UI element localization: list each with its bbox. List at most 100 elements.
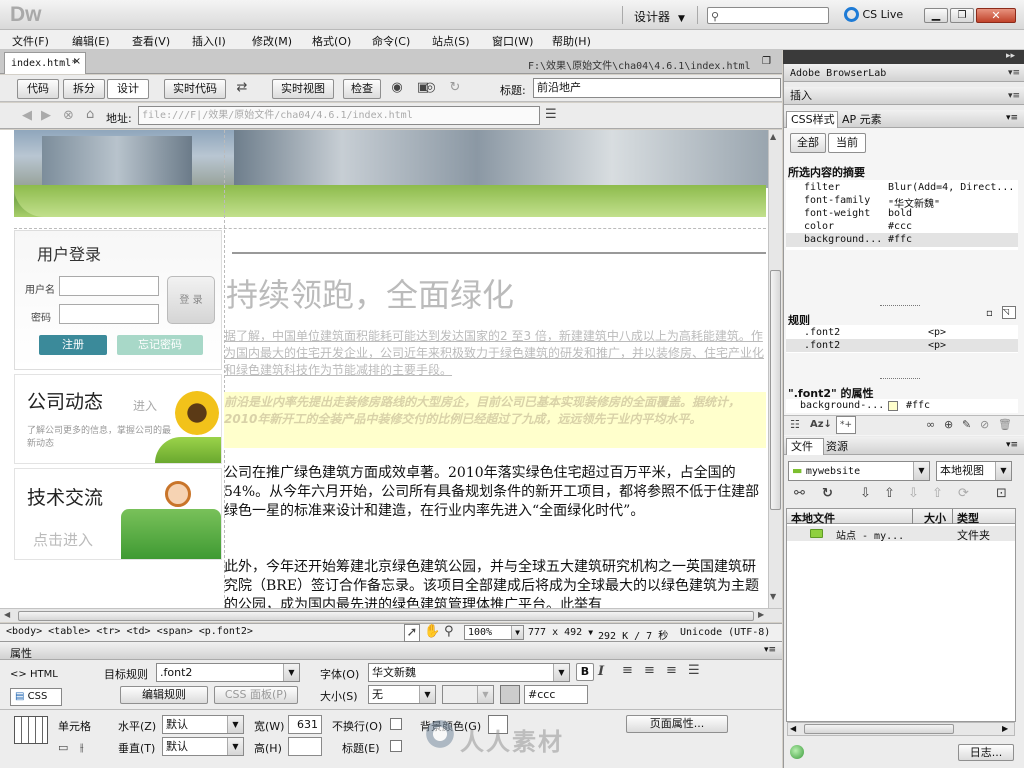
scroll-thumb[interactable] [770,270,781,510]
cslive-button[interactable]: CS Live [844,7,903,22]
scroll-right-icon[interactable]: ▶ [758,610,764,619]
split-cells-icon[interactable]: ⫲ [80,740,84,756]
merge-cells-icon[interactable]: ▭ [58,740,68,756]
inspect-button[interactable]: 检查 [343,79,381,99]
vert-select[interactable]: 默认 ▼ [162,737,244,756]
align-right-icon[interactable]: ≡ [666,663,677,679]
close-icon[interactable]: × [73,56,81,67]
menu-file[interactable]: 文件(F) [12,33,49,49]
checkout-icon[interactable]: ⇩ [908,486,919,502]
align-left-icon[interactable]: ≡ [622,663,633,679]
tag-body[interactable]: <body> [6,626,42,637]
dock-collapse-icon[interactable]: ▸▸ [1006,51,1015,61]
category-view-icon[interactable]: ☷ [790,417,800,433]
scroll-right-icon[interactable]: ▶ [1002,724,1008,733]
list-icon[interactable]: ☰ [545,107,557,123]
col-type[interactable]: 类型 [957,510,979,526]
forgot-password-button[interactable]: 忘记密码 [117,335,203,355]
maximize-button[interactable]: ❐ [950,8,974,23]
zoom-select[interactable]: 100% ▼ [464,625,524,640]
home-icon[interactable]: ⌂ [86,107,94,123]
site-select[interactable]: ▬ mywebsite ▼ [788,461,930,481]
menu-modify[interactable]: 修改(M) [252,33,292,49]
document-tab[interactable]: index.html* × [4,52,86,74]
scroll-left-icon[interactable]: ◀ [790,724,796,733]
live-code-button[interactable]: 实时代码 [164,79,226,99]
title-input[interactable]: 前沿地产 [533,78,781,98]
alpha-sort-icon[interactable]: Az↓ [810,417,832,433]
close-button[interactable]: ✕ [976,8,1016,23]
browserlab-panel-header[interactable]: Adobe BrowserLab ▾≡ [784,64,1024,82]
disable-icon[interactable]: ⊘ [980,417,989,433]
color-input[interactable]: #ccc [524,685,588,704]
login-button[interactable]: 登 录 [167,276,215,324]
summary-prop-value[interactable]: bold [888,208,912,219]
size-unit-select[interactable]: ▼ [442,685,494,704]
files-hscrollbar[interactable]: ◀ ▶ [787,722,1015,736]
col-local-files[interactable]: 本地文件 [791,510,835,526]
pointer-tool-icon[interactable]: ➚ [404,624,420,642]
tab-css-styles[interactable]: CSS样式 [786,111,838,128]
width-input[interactable]: 631 [288,715,322,734]
html-mode-button[interactable]: <> HTML [10,666,64,684]
split-view-button[interactable]: 拆分 [63,79,105,99]
scroll-up-icon[interactable]: ▲ [770,132,776,141]
horz-select[interactable]: 默认 ▼ [162,715,244,734]
search-input[interactable]: ⚲ [707,7,829,24]
restore-doc-icon[interactable]: ❐ [762,56,771,67]
summary-prop-name[interactable]: color [804,221,834,232]
stop-icon[interactable]: ⊗ [63,108,74,124]
company-news-enter[interactable]: 进入 [133,397,157,414]
view-select[interactable]: 本地视图 ▼ [936,461,1012,481]
col-size[interactable]: 大小 [924,510,946,526]
splitter[interactable] [880,378,920,380]
password-field[interactable] [59,304,159,324]
scroll-left-icon[interactable]: ◀ [4,610,10,619]
summary-prop-value[interactable]: Blur(Add=4, Direct... [888,182,1014,193]
summary-prop-name[interactable]: background... [804,234,882,245]
delete-icon[interactable]: 🗑 [998,417,1012,433]
summary-prop-name[interactable]: font-family [804,195,870,206]
tag-span[interactable]: <span> [157,626,193,637]
rule-tag[interactable]: <p> [928,340,946,351]
design-view-button[interactable]: 设计 [107,79,149,99]
font2-prop-name[interactable]: background-... [800,400,884,411]
globe-icon[interactable]: ◉ [387,80,407,96]
color-swatch[interactable] [888,401,898,411]
hand-tool-icon[interactable]: ✋ [424,624,440,640]
tech-exchange-enter[interactable]: 点击进入 [33,529,93,550]
menu-help[interactable]: 帮助(H) [552,33,591,49]
tag-td[interactable]: <td> [126,626,150,637]
hscroll-thumb[interactable] [804,724,954,734]
live-view-button[interactable]: 实时视图 [272,79,334,99]
get-files-icon[interactable]: ⇩ [860,486,871,502]
insert-panel-header[interactable]: 插入 ▾≡ [784,87,1024,105]
header-checkbox[interactable] [390,740,402,752]
menu-commands[interactable]: 命令(C) [372,33,410,49]
canvas-vscrollbar[interactable]: ▲ ▼ [768,130,782,608]
window-size[interactable]: 777 x 492 ▼ [528,627,593,638]
set-properties-icon[interactable]: *+ [836,416,856,434]
summary-prop-name[interactable]: filter [804,182,840,193]
eye-icon[interactable]: ◎ [420,80,440,96]
size-select[interactable]: 无 ▼ [368,685,436,704]
height-input[interactable] [288,737,322,756]
put-files-icon[interactable]: ⇧ [884,486,895,502]
forward-icon[interactable]: ▶ [41,108,51,124]
splitter[interactable] [880,305,920,307]
tab-assets[interactable]: 资源 [826,439,848,455]
page-properties-button[interactable]: 页面属性... [626,715,728,733]
tab-ap-elements[interactable]: AP 元素 [842,112,882,128]
font2-prop-value[interactable]: #ffc [906,400,930,411]
canvas-hscrollbar[interactable]: ◀ ▶ [0,608,782,622]
panel-menu-icon[interactable]: ▾≡ [1008,87,1020,105]
zoom-tool-icon[interactable]: ⚲ [444,624,454,640]
menu-format[interactable]: 格式(O) [312,33,351,49]
font-select[interactable]: 华文新魏 ▼ [368,663,570,682]
checkin-icon[interactable]: ⇧ [932,486,943,502]
align-center-icon[interactable]: ≡ [644,663,655,679]
edit-rule-button[interactable]: 编辑规则 [120,686,208,704]
expand-icon[interactable]: ⊡ [996,486,1007,502]
address-input[interactable]: file:///F|/效果/原始文件/cha04/4.6.1/index.htm… [138,106,540,125]
hscroll-thumb[interactable] [18,611,754,621]
